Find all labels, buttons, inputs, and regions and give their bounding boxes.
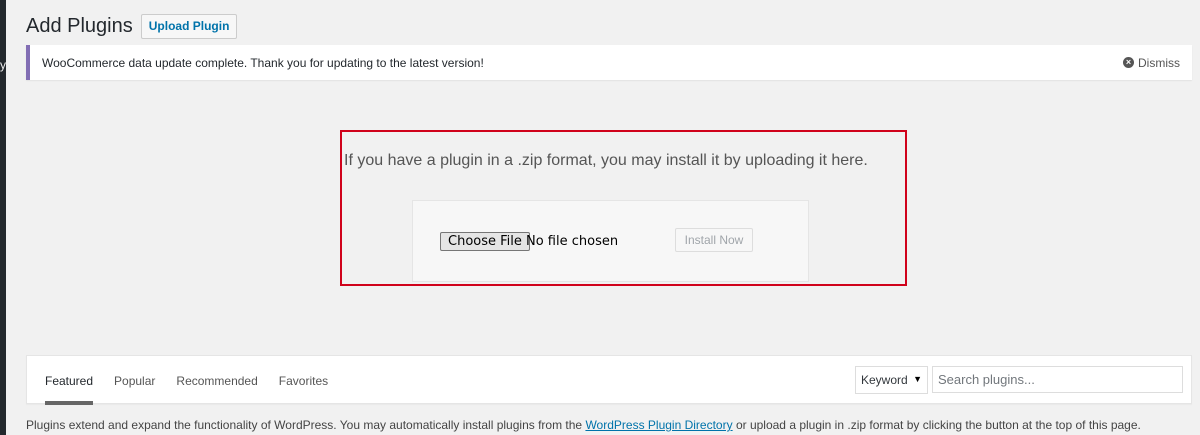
upload-plugin-section: If you have a plugin in a .zip format, y… — [340, 130, 907, 286]
admin-menu-edge: y — [0, 0, 6, 435]
install-now-button[interactable]: Install Now — [675, 228, 753, 252]
search-type-value: Keyword — [861, 373, 908, 387]
dismiss-label: Dismiss — [1138, 55, 1180, 70]
choose-file-button[interactable]: Choose File — [440, 232, 530, 251]
page-title: Add Plugins — [26, 15, 133, 37]
plugins-description: Plugins extend and expand the functional… — [26, 418, 1141, 432]
description-text-before: Plugins extend and expand the functional… — [26, 418, 586, 432]
upload-description: If you have a plugin in a .zip format, y… — [344, 152, 868, 169]
tab-favorites[interactable]: Favorites — [279, 356, 328, 405]
tab-featured[interactable]: Featured — [45, 356, 94, 405]
upload-plugin-button[interactable]: Upload Plugin — [140, 13, 238, 39]
page-header: Add Plugins Upload Plugin — [26, 12, 238, 40]
tab-popular[interactable]: Popular — [114, 356, 155, 405]
plugin-directory-link[interactable]: WordPress Plugin Directory — [585, 418, 732, 432]
dismiss-button[interactable]: × Dismiss — [1123, 56, 1180, 70]
plugin-filter-bar: Featured Popular Recommended Favorites K… — [26, 355, 1192, 405]
filter-tabs: Featured Popular Recommended Favorites — [45, 356, 349, 405]
dismiss-icon: × — [1123, 57, 1134, 68]
admin-menu-text-fragment: y — [0, 58, 6, 72]
tab-recommended[interactable]: Recommended — [176, 356, 257, 405]
search-plugins-input[interactable] — [932, 366, 1183, 393]
file-status: No file chosen — [526, 234, 619, 249]
dropdown-arrow-icon: ▼ — [913, 374, 922, 384]
notice-message: WooCommerce data update complete. Thank … — [42, 55, 484, 70]
update-notice: WooCommerce data update complete. Thank … — [26, 45, 1192, 80]
upload-form: Choose File No file chosen Install Now — [412, 200, 809, 282]
description-text-after: or upload a plugin in .zip format by cli… — [732, 418, 1141, 432]
search-type-select[interactable]: Keyword ▼ — [855, 366, 928, 394]
